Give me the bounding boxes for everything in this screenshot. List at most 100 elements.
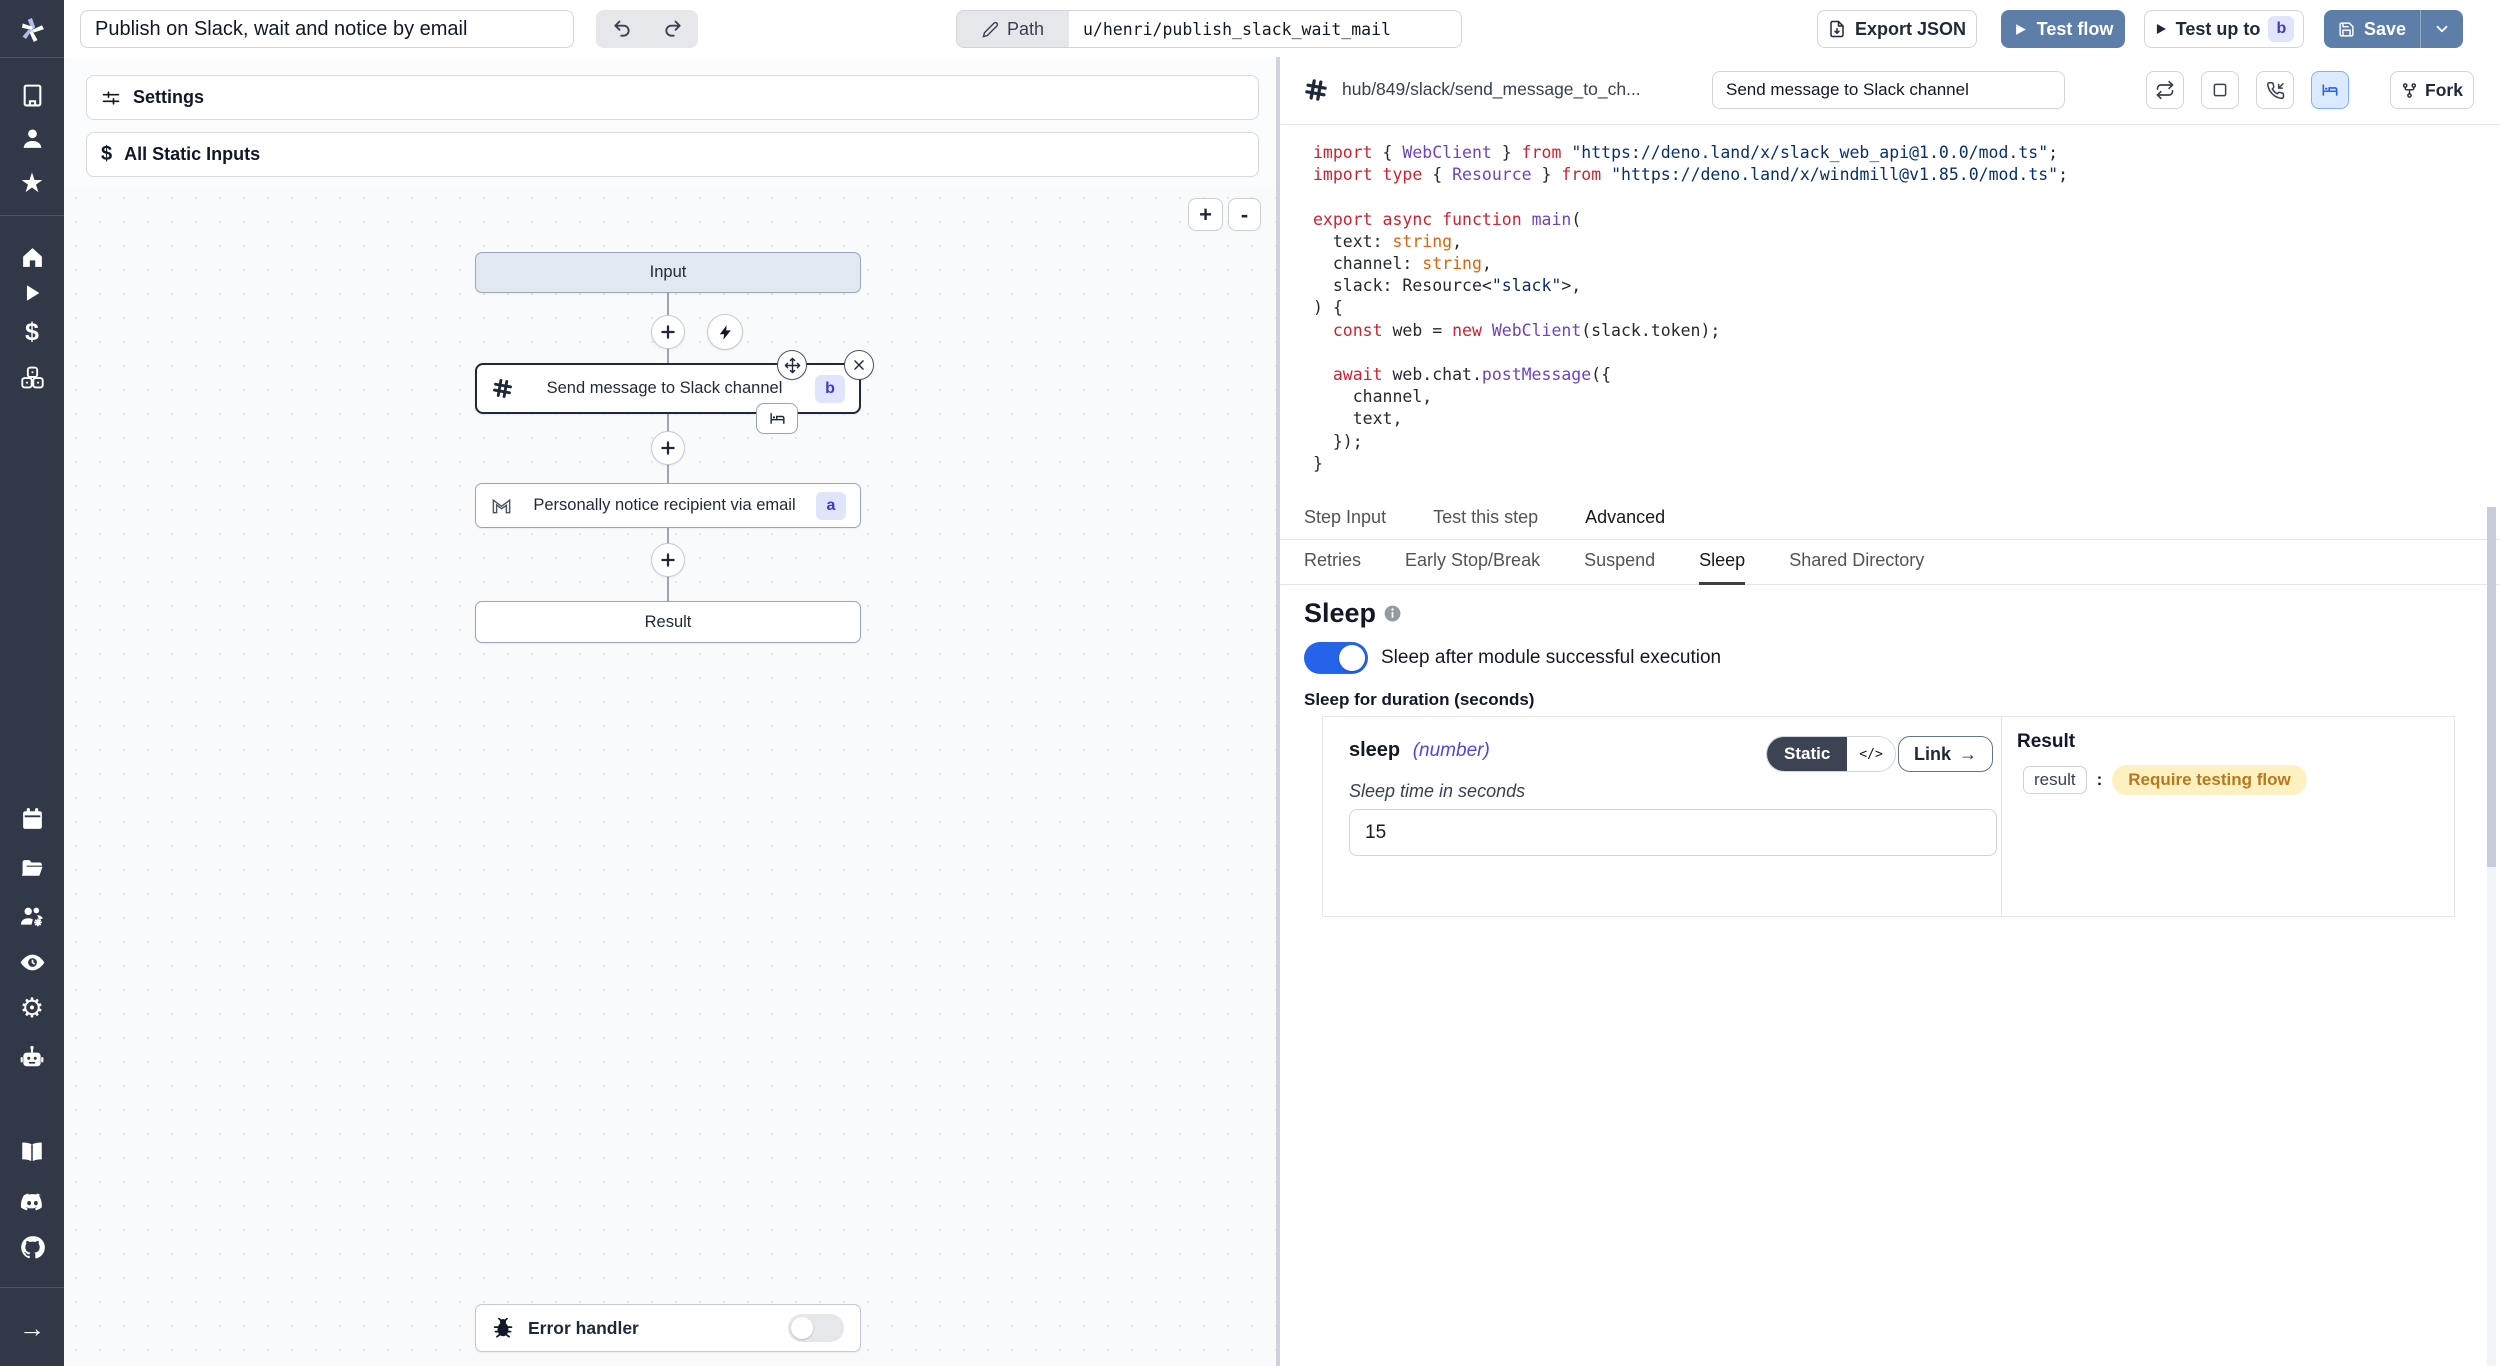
early-stop-toolbar-button[interactable] [2201,71,2239,109]
flow-title-input[interactable] [80,10,574,48]
trigger-bolt-button[interactable] [707,314,743,350]
subtab-retries[interactable]: Retries [1304,550,1361,584]
result-row: result : Require testing flow [2023,765,2307,795]
path-edit-button[interactable]: Path [957,11,1069,47]
sleep-indicator-button[interactable] [756,403,798,434]
repeat-icon [2155,80,2175,100]
error-handler-toggle[interactable] [788,1314,844,1342]
bug-icon [492,1317,514,1339]
plus-icon [659,551,677,569]
plus-label: + [1199,202,1212,228]
home-icon[interactable] [0,237,64,277]
step-detail-panel: hub/849/slack/send_message_to_ch... Fork… [1280,57,2500,1366]
fork-button[interactable]: Fork [2390,71,2474,109]
settings-gear-icon[interactable]: ⚙ [0,988,64,1028]
result-key-pill: result [2023,766,2087,794]
sleep-heading: Sleep [1304,598,1376,629]
step-badge-a: a [816,492,846,520]
subtab-sleep[interactable]: Sleep [1699,550,1745,585]
zoom-in-button[interactable]: + [1188,198,1223,231]
subtab-suspend[interactable]: Suspend [1584,550,1655,584]
docs-book-icon[interactable] [0,1132,64,1172]
link-label: Link [1914,744,1951,765]
test-up-to-label: Test up to [2176,19,2261,40]
input-node-label: Input [650,263,687,282]
redo-icon[interactable] [647,19,698,39]
move-step-button[interactable] [777,350,807,380]
add-step-button[interactable] [651,543,685,577]
zoom-out-button[interactable]: - [1228,198,1261,231]
flow-settings-bar[interactable]: Settings [86,75,1259,120]
user-icon[interactable] [0,118,64,158]
result-colon: : [2097,770,2103,790]
code-mode-button[interactable]: </> [1847,737,1894,771]
email-step-node[interactable]: Personally notice recipient via email a [475,483,861,528]
undo-icon[interactable] [596,19,647,39]
tab-advanced[interactable]: Advanced [1585,507,1665,539]
resources-cubes-icon[interactable] [0,357,64,397]
suspend-toolbar-button[interactable] [2256,71,2294,109]
form-divider [2001,717,2002,916]
sleep-duration-label: Sleep for duration (seconds) [1304,690,1534,710]
step-summary-input[interactable] [1712,71,2065,109]
tab-step-input[interactable]: Step Input [1304,507,1386,539]
expand-arrow-icon[interactable]: → [0,1308,64,1348]
test-flow-button[interactable]: Test flow [2001,10,2125,48]
input-node[interactable]: Input [475,252,861,293]
code-editor[interactable]: import { WebClient } from "https://deno.… [1313,142,2068,475]
sleep-field-name: sleep (number) [1349,739,1490,762]
plus-icon [659,323,677,341]
fork-label: Fork [2425,80,2463,101]
file-export-icon [1828,20,1846,38]
sleep-toggle-label: Sleep after module successful execution [1381,647,1721,669]
flow-canvas[interactable]: + - Input Send message to Slack channel … [64,186,1276,1366]
sleep-toggle[interactable] [1304,642,1368,674]
discord-icon[interactable] [0,1182,64,1222]
advanced-subtabs: Retries Early Stop/Break Suspend Sleep S… [1280,550,2500,585]
github-icon[interactable] [0,1227,64,1267]
slack-step-label: Send message to Slack channel [526,379,803,398]
variables-dollar-icon[interactable]: $ [0,312,64,352]
error-handler-node[interactable]: Error handler [475,1304,861,1352]
static-inputs-bar[interactable]: $ All Static Inputs [86,132,1259,177]
pencil-icon [982,21,999,38]
step-badge-b: b [815,375,845,403]
static-mode-button[interactable]: Static [1767,737,1847,771]
hub-script-path[interactable]: hub/849/slack/send_message_to_ch... [1342,79,1641,100]
audit-eye-icon[interactable] [0,942,64,982]
test-up-to-button[interactable]: Test up to b [2144,10,2304,48]
add-step-button[interactable] [651,315,685,349]
info-icon[interactable] [1383,604,1402,623]
folders-icon[interactable] [0,848,64,888]
delete-step-button[interactable] [844,350,874,380]
chevron-down-icon [2433,20,2451,38]
plus-icon [659,439,677,457]
sleep-toolbar-button[interactable] [2311,71,2349,109]
add-step-button[interactable] [651,431,685,465]
retries-toolbar-button[interactable] [2146,71,2184,109]
link-button[interactable]: Link → [1898,736,1993,772]
sleep-time-input[interactable] [1349,809,1997,856]
undo-redo-group [596,10,698,48]
save-dropdown-button[interactable] [2421,10,2463,48]
tab-test-this-step[interactable]: Test this step [1433,507,1538,539]
subtab-early-stop[interactable]: Early Stop/Break [1405,550,1540,584]
subtab-shared-directory[interactable]: Shared Directory [1789,550,1924,584]
export-json-button[interactable]: Export JSON [1817,10,1977,48]
scrollbar-thumb[interactable] [2487,507,2496,867]
path-value[interactable]: u/henri/publish_slack_wait_mail [1069,11,1461,47]
save-button[interactable]: Save [2324,10,2421,48]
windmill-logo-icon[interactable] [0,10,64,50]
runs-play-icon[interactable] [0,273,64,313]
groups-users-gear-icon[interactable] [0,897,64,937]
result-node[interactable]: Result [475,601,861,643]
result-node-label: Result [645,613,692,632]
workspace-building-icon[interactable] [0,75,64,115]
path-field: Path u/henri/publish_slack_wait_mail [956,10,1462,48]
schedules-calendar-icon[interactable] [0,798,64,838]
favorites-star-icon[interactable]: ★ [0,163,64,203]
workers-robot-icon[interactable] [0,1037,64,1077]
windmill-flow-editor: ★ $ ⚙ [0,0,2500,1366]
sidebar-separator [0,1287,64,1288]
test-flow-label: Test flow [2037,19,2114,40]
